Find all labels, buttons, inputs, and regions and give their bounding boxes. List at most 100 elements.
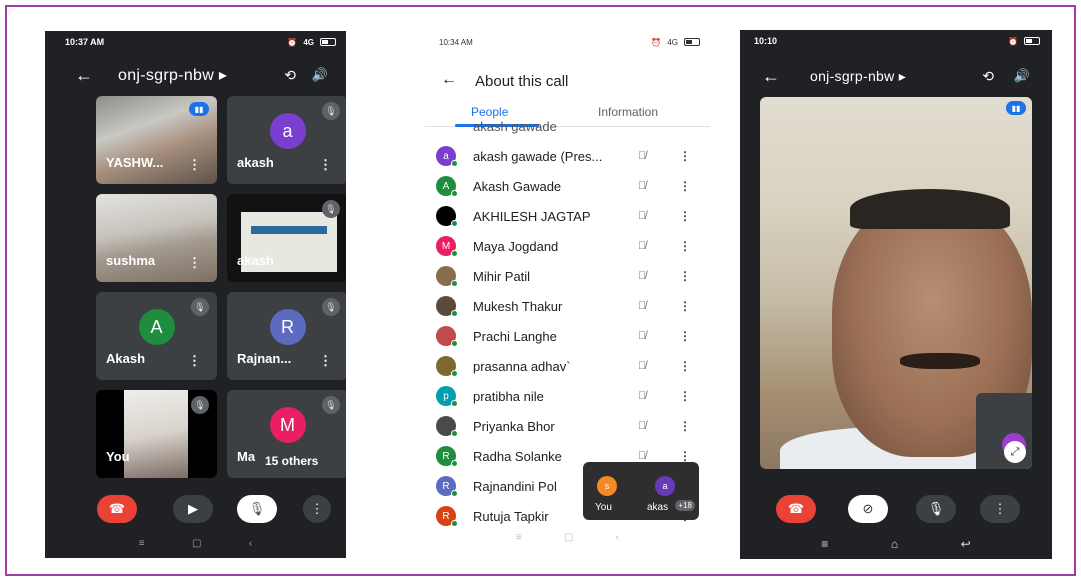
back-arrow-icon[interactable]: ←: [762, 66, 780, 87]
menu-nav-icon[interactable]: ≡: [516, 532, 522, 546]
list-item[interactable]: akash gawade: [425, 119, 710, 141]
tab-people[interactable]: People: [471, 105, 508, 119]
participant-name: Rutuja Tapkir: [473, 508, 549, 524]
home-nav-icon[interactable]: ▢: [192, 538, 201, 552]
end-call-button[interactable]: ☎: [97, 495, 137, 523]
list-item[interactable]: p pratibha nile 🎙̸ ⋮: [425, 381, 710, 411]
participant-menu-icon[interactable]: ⋮: [679, 389, 691, 403]
participant-name: Mukesh Thakur: [473, 298, 563, 314]
participant-name: AKHILESH JAGTAP: [473, 208, 591, 224]
self-avatar: s: [597, 476, 617, 496]
list-item[interactable]: Prachi Langhe 🎙̸ ⋮: [425, 321, 710, 351]
participant-menu-icon[interactable]: ⋮: [679, 239, 691, 253]
self-label: You: [595, 502, 612, 513]
mic-button[interactable]: 🎙: [916, 495, 956, 523]
mic-off-icon: 🎙̸: [638, 150, 647, 162]
participant-menu-icon[interactable]: ⋮: [679, 299, 691, 313]
back-nav-icon[interactable]: ‹: [249, 538, 252, 552]
tile-menu-icon[interactable]: ⋮: [188, 255, 201, 271]
list-item[interactable]: a akash gawade (Pres... 🎙̸ ⋮: [425, 141, 710, 171]
mic-off-icon: 🎙̸: [638, 330, 647, 342]
list-item[interactable]: Priyanka Bhor 🎙̸ ⋮: [425, 411, 710, 441]
mic-off-icon: 🎙: [248, 501, 266, 516]
camera-off-button[interactable]: ⊘: [848, 495, 888, 523]
speaker-icon[interactable]: 🔊: [1014, 68, 1030, 84]
system-nav-bar: ≡ ▢ ‹: [45, 538, 346, 552]
speaker-icon[interactable]: 🔊: [312, 67, 328, 83]
self-tile[interactable]: 🎙 You: [96, 390, 217, 478]
participant-name: Mihir Patil: [473, 268, 531, 284]
alarm-icon: ⏰: [1008, 36, 1018, 46]
participant-tile[interactable]: 🎙 R Rajnan... ⋮: [227, 292, 346, 380]
participant-menu-icon[interactable]: ⋮: [679, 329, 691, 343]
overflow-tile[interactable]: 🎙 M Ma 15 others: [227, 390, 346, 478]
participant-menu-icon[interactable]: ⋮: [679, 449, 691, 463]
list-item[interactable]: AKHILESH JAGTAP 🎙̸ ⋮: [425, 201, 710, 231]
end-call-button[interactable]: ☎: [776, 495, 816, 523]
tab-information[interactable]: Information: [598, 105, 658, 119]
back-arrow-icon[interactable]: ←: [441, 71, 457, 89]
page-title: About this call: [475, 73, 569, 90]
camera-button[interactable]: ▶: [173, 495, 213, 523]
online-status-dot: [451, 250, 458, 257]
menu-nav-icon[interactable]: ≡: [139, 538, 145, 552]
participant-tile[interactable]: 🎙 a akash ⋮: [227, 96, 346, 184]
online-status-dot: [451, 220, 458, 227]
tile-menu-icon[interactable]: ⋮: [319, 157, 332, 173]
status-time: 10:10: [754, 36, 778, 46]
mini-call-window[interactable]: s a You akas +18: [583, 462, 699, 520]
mic-button[interactable]: 🎙: [237, 495, 277, 523]
status-bar: 10:10 ⏰: [740, 30, 1052, 52]
switch-camera-icon[interactable]: ⟲: [982, 68, 994, 85]
meeting-code-title[interactable]: onj-sgrp-nbw ▸: [118, 65, 227, 85]
participant-name: akash gawade (Pres...: [473, 148, 603, 164]
back-nav-icon[interactable]: ‹: [616, 532, 619, 546]
tile-name: sushma: [106, 253, 156, 268]
participant-menu-icon[interactable]: ⋮: [679, 209, 691, 223]
switch-camera-icon[interactable]: ⟲: [284, 67, 296, 84]
fullscreen-icon[interactable]: ⤢: [1004, 441, 1026, 463]
participant-name: Prachi Langhe: [473, 328, 557, 344]
home-nav-icon[interactable]: ▢: [564, 532, 573, 546]
participant-menu-icon[interactable]: ⋮: [679, 149, 691, 163]
tile-name: Akash: [106, 351, 146, 366]
online-status-dot: [451, 310, 458, 317]
participant-name: Akash Gawade: [473, 178, 562, 194]
list-item[interactable]: M Maya Jogdand 🎙̸ ⋮: [425, 231, 710, 261]
tile-menu-icon[interactable]: ⋮: [188, 353, 201, 369]
back-nav-icon[interactable]: ↩: [961, 537, 971, 551]
others-count: 15 others: [261, 452, 323, 470]
home-nav-icon[interactable]: ⌂: [891, 537, 898, 551]
tile-menu-icon[interactable]: ⋮: [188, 157, 201, 173]
participant-menu-icon[interactable]: ⋮: [679, 179, 691, 193]
call-app-bar: ← onj-sgrp-nbw ▸ ⟲ 🔊: [45, 61, 346, 89]
list-item[interactable]: Mukesh Thakur 🎙̸ ⋮: [425, 291, 710, 321]
avatar: a: [269, 113, 306, 150]
main-video[interactable]: ▮▮ s ⤢: [760, 97, 1032, 469]
participant-menu-icon[interactable]: ⋮: [679, 419, 691, 433]
back-arrow-icon[interactable]: ←: [75, 65, 93, 86]
mic-off-icon: 🎙̸: [638, 270, 647, 282]
call-app-bar: ← onj-sgrp-nbw ▸ ⟲ 🔊: [740, 62, 1052, 90]
list-item[interactable]: Mihir Patil 🎙̸ ⋮: [425, 261, 710, 291]
participant-menu-icon[interactable]: ⋮: [679, 269, 691, 283]
online-status-dot: [451, 340, 458, 347]
status-bar: 10:37 AM ⏰ 4G: [45, 31, 346, 53]
self-video: [124, 390, 188, 478]
avatar: A: [138, 309, 175, 346]
avatar: R: [269, 309, 306, 346]
participant-tile[interactable]: ▮▮ YASHW... ⋮: [96, 96, 217, 184]
more-options-button[interactable]: ⋮: [980, 495, 1020, 523]
tile-name: YASHW...: [106, 155, 164, 170]
participant-tile[interactable]: sushma ⋮: [96, 194, 217, 282]
more-options-button[interactable]: ⋮: [303, 495, 331, 523]
participant-avatar: a: [655, 476, 675, 496]
participant-tile[interactable]: 🎙 A Akash ⋮: [96, 292, 217, 380]
meeting-code-title[interactable]: onj-sgrp-nbw ▸: [810, 68, 906, 85]
participant-menu-icon[interactable]: ⋮: [679, 359, 691, 373]
menu-nav-icon[interactable]: ≡: [821, 537, 828, 551]
tile-menu-icon[interactable]: ⋮: [319, 353, 332, 369]
list-item[interactable]: A Akash Gawade 🎙̸ ⋮: [425, 171, 710, 201]
participant-tile[interactable]: 🎙 akash: [227, 194, 346, 282]
list-item[interactable]: prasanna adhav` 🎙̸ ⋮: [425, 351, 710, 381]
